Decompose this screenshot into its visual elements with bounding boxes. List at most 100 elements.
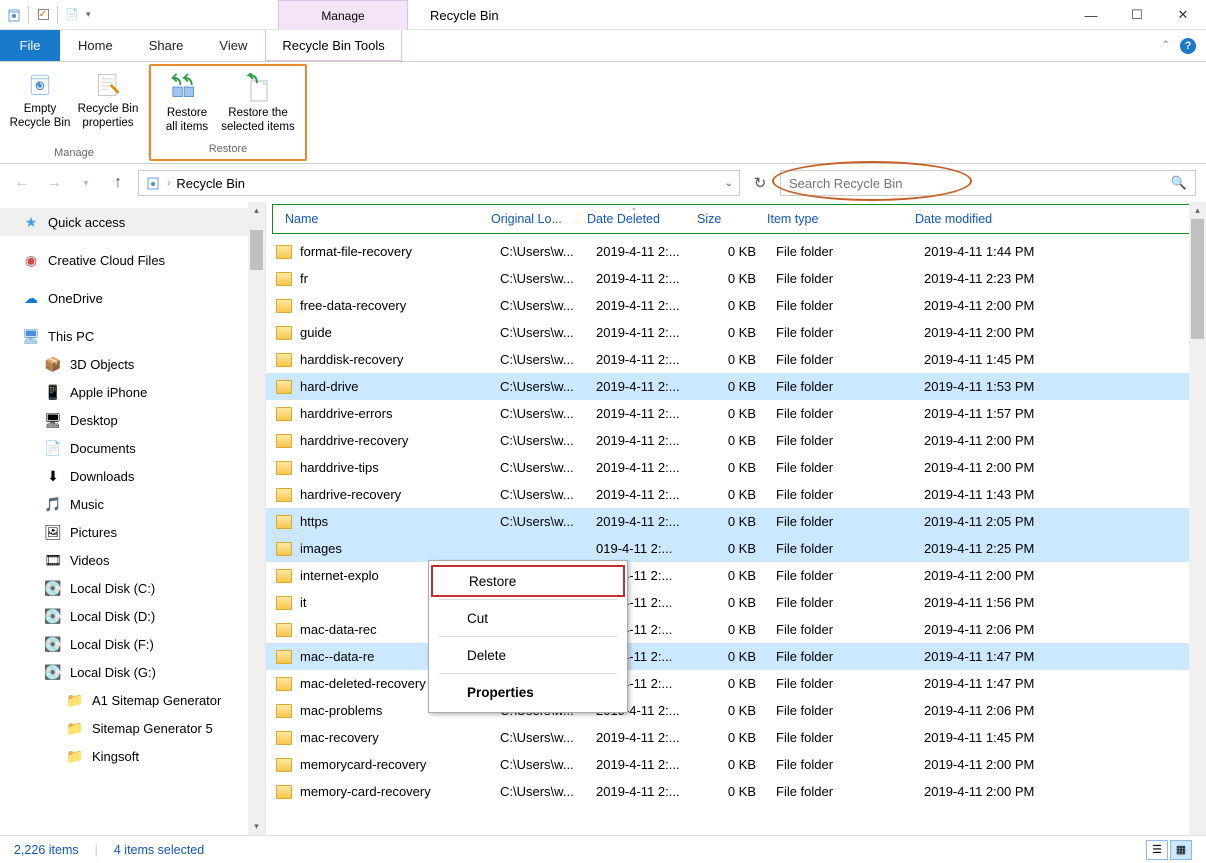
ribbon-collapse-icon[interactable]: ⌃: [1162, 40, 1170, 51]
tab-share[interactable]: Share: [131, 30, 202, 61]
nav-forward-button[interactable]: →: [42, 171, 66, 195]
context-restore[interactable]: Restore: [431, 565, 625, 597]
nav-icon: 💽: [44, 663, 62, 681]
table-row[interactable]: hardrive-recoveryC:\Users\w...2019-4-11 …: [266, 481, 1189, 508]
sidebar-subitem[interactable]: 📁A1 Sitemap Generator: [0, 686, 265, 714]
sidebar-creative-cloud[interactable]: ◉Creative Cloud Files: [0, 246, 265, 274]
qat-checkbox-icon[interactable]: ✓: [33, 5, 53, 25]
search-bar[interactable]: 🔍: [780, 170, 1196, 196]
qat-divider: [28, 6, 29, 24]
scroll-down-icon[interactable]: ▾: [248, 818, 265, 835]
table-row[interactable]: harddrive-recoveryC:\Users\w...2019-4-11…: [266, 427, 1189, 454]
scrollbar-thumb[interactable]: [250, 230, 263, 270]
sidebar-item[interactable]: 🖥Desktop: [0, 406, 265, 434]
table-row[interactable]: it019-4-11 2:...0 KBFile folder2019-4-11…: [266, 589, 1189, 616]
sidebar-item[interactable]: 📦3D Objects: [0, 350, 265, 378]
address-bar[interactable]: › Recycle Bin ⌄: [138, 170, 740, 196]
sidebar-item[interactable]: 📄Documents: [0, 434, 265, 462]
scroll-up-icon[interactable]: ▴: [1189, 202, 1206, 219]
scrollbar-thumb[interactable]: [1191, 219, 1204, 339]
sidebar-item[interactable]: 🎵Music: [0, 490, 265, 518]
sidebar-item[interactable]: 🎞Videos: [0, 546, 265, 574]
address-dropdown[interactable]: ⌄: [725, 178, 733, 189]
breadcrumb-location[interactable]: Recycle Bin: [176, 176, 245, 191]
sidebar-item[interactable]: 📱Apple iPhone: [0, 378, 265, 406]
sidebar-this-pc[interactable]: 🖥This PC: [0, 322, 265, 350]
sidebar-subitem[interactable]: 📁Kingsoft: [0, 742, 265, 770]
context-cut[interactable]: Cut: [431, 602, 625, 634]
table-row[interactable]: free-data-recoveryC:\Users\w...2019-4-11…: [266, 292, 1189, 319]
selected-count: 4 items selected: [114, 843, 204, 857]
details-view-button[interactable]: ☰: [1146, 840, 1168, 860]
table-row[interactable]: mac-recoveryC:\Users\w...2019-4-11 2:...…: [266, 724, 1189, 751]
table-row[interactable]: frC:\Users\w...2019-4-11 2:...0 KBFile f…: [266, 265, 1189, 292]
table-row[interactable]: memorycard-recoveryC:\Users\w...2019-4-1…: [266, 751, 1189, 778]
sidebar-item[interactable]: 💽Local Disk (D:): [0, 602, 265, 630]
sidebar-subitem[interactable]: 📁Sitemap Generator 5: [0, 714, 265, 742]
table-row[interactable]: harddrive-errorsC:\Users\w...2019-4-11 2…: [266, 400, 1189, 427]
recycle-bin-properties-button[interactable]: Recycle Bin properties: [74, 66, 142, 130]
tab-file[interactable]: File: [0, 30, 60, 61]
search-icon[interactable]: 🔍: [1171, 175, 1187, 191]
table-row[interactable]: images019-4-11 2:...0 KBFile folder2019-…: [266, 535, 1189, 562]
table-row[interactable]: memory-card-recoveryC:\Users\w...2019-4-…: [266, 778, 1189, 805]
cell-original: C:\Users\w...: [500, 784, 596, 799]
minimize-button[interactable]: —: [1068, 0, 1114, 30]
table-row[interactable]: mac-problemsC:\Users\w...2019-4-11 2:...…: [266, 697, 1189, 724]
col-date-modified[interactable]: Date modified: [907, 212, 1077, 226]
context-delete[interactable]: Delete: [431, 639, 625, 671]
empty-recycle-bin-button[interactable]: Empty Recycle Bin: [6, 66, 74, 130]
table-row[interactable]: format-file-recoveryC:\Users\w...2019-4-…: [266, 238, 1189, 265]
col-size[interactable]: Size: [689, 212, 759, 226]
refresh-button[interactable]: ↻: [748, 174, 772, 192]
tab-home[interactable]: Home: [60, 30, 131, 61]
chevron-right-icon[interactable]: ›: [167, 178, 170, 189]
table-row[interactable]: harddrive-tipsC:\Users\w...2019-4-11 2:.…: [266, 454, 1189, 481]
table-row[interactable]: mac-data-rec019-4-11 2:...0 KBFile folde…: [266, 616, 1189, 643]
table-row[interactable]: guideC:\Users\w...2019-4-11 2:...0 KBFil…: [266, 319, 1189, 346]
sidebar-item[interactable]: 💽Local Disk (G:): [0, 658, 265, 686]
col-original-location[interactable]: Original Lo...: [483, 212, 579, 226]
ribbon-group-restore: Restore all items Restore the selected i…: [149, 64, 307, 161]
list-scrollbar[interactable]: ▴: [1189, 202, 1206, 835]
sidebar-onedrive[interactable]: ☁OneDrive: [0, 284, 265, 312]
cell-date-deleted: 019-4-11 2:...: [596, 541, 706, 556]
maximize-button[interactable]: ☐: [1114, 0, 1160, 30]
table-row[interactable]: hard-driveC:\Users\w...2019-4-11 2:...0 …: [266, 373, 1189, 400]
tab-view[interactable]: View: [201, 30, 265, 61]
cell-date-deleted: 2019-4-11 2:...: [596, 298, 706, 313]
qat-dropdown[interactable]: ▾: [84, 9, 93, 20]
col-name[interactable]: Name: [277, 212, 483, 226]
sidebar-item[interactable]: 💽Local Disk (F:): [0, 630, 265, 658]
restore-selected-button[interactable]: Restore the selected items: [217, 70, 299, 134]
contextual-tab-manage[interactable]: Manage: [278, 0, 408, 30]
table-row[interactable]: harddisk-recoveryC:\Users\w...2019-4-11 …: [266, 346, 1189, 373]
table-row[interactable]: internet-explo019-4-11 2:...0 KBFile fol…: [266, 562, 1189, 589]
cell-name: free-data-recovery: [300, 298, 500, 313]
help-icon[interactable]: ?: [1180, 38, 1196, 54]
sidebar-quick-access[interactable]: ★Quick access: [0, 208, 265, 236]
sidebar-scrollbar[interactable]: ▴ ▾: [248, 202, 265, 835]
context-properties[interactable]: Properties: [431, 676, 625, 708]
restore-all-button[interactable]: Restore all items: [157, 70, 217, 134]
table-row[interactable]: mac-deleted-recoveryC:\Users\w...019-4-1…: [266, 670, 1189, 697]
qat-folder-icon[interactable]: 📄: [62, 5, 82, 25]
close-button[interactable]: ✕: [1160, 0, 1206, 30]
sidebar-item[interactable]: ⬇Downloads: [0, 462, 265, 490]
nav-up-button[interactable]: ↑: [106, 171, 130, 195]
search-input[interactable]: [789, 176, 1171, 191]
restore-all-label: Restore all items: [166, 106, 208, 134]
nav-history-dropdown[interactable]: ▾: [74, 171, 98, 195]
cell-modified: 2019-4-11 1:57 PM: [924, 406, 1094, 421]
sidebar-item[interactable]: 💽Local Disk (C:): [0, 574, 265, 602]
tab-recycle-bin-tools[interactable]: Recycle Bin Tools: [265, 30, 401, 61]
restore-selected-icon: [242, 72, 274, 104]
scroll-up-icon[interactable]: ▴: [248, 202, 265, 219]
col-date-deleted[interactable]: ⌄Date Deleted: [579, 212, 689, 226]
sidebar-item[interactable]: 🖼Pictures: [0, 518, 265, 546]
col-item-type[interactable]: Item type: [759, 212, 907, 226]
thumbnail-view-button[interactable]: ▦: [1170, 840, 1192, 860]
table-row[interactable]: mac--data-re019-4-11 2:...0 KBFile folde…: [266, 643, 1189, 670]
table-row[interactable]: httpsC:\Users\w...2019-4-11 2:...0 KBFil…: [266, 508, 1189, 535]
nav-back-button[interactable]: ←: [10, 171, 34, 195]
